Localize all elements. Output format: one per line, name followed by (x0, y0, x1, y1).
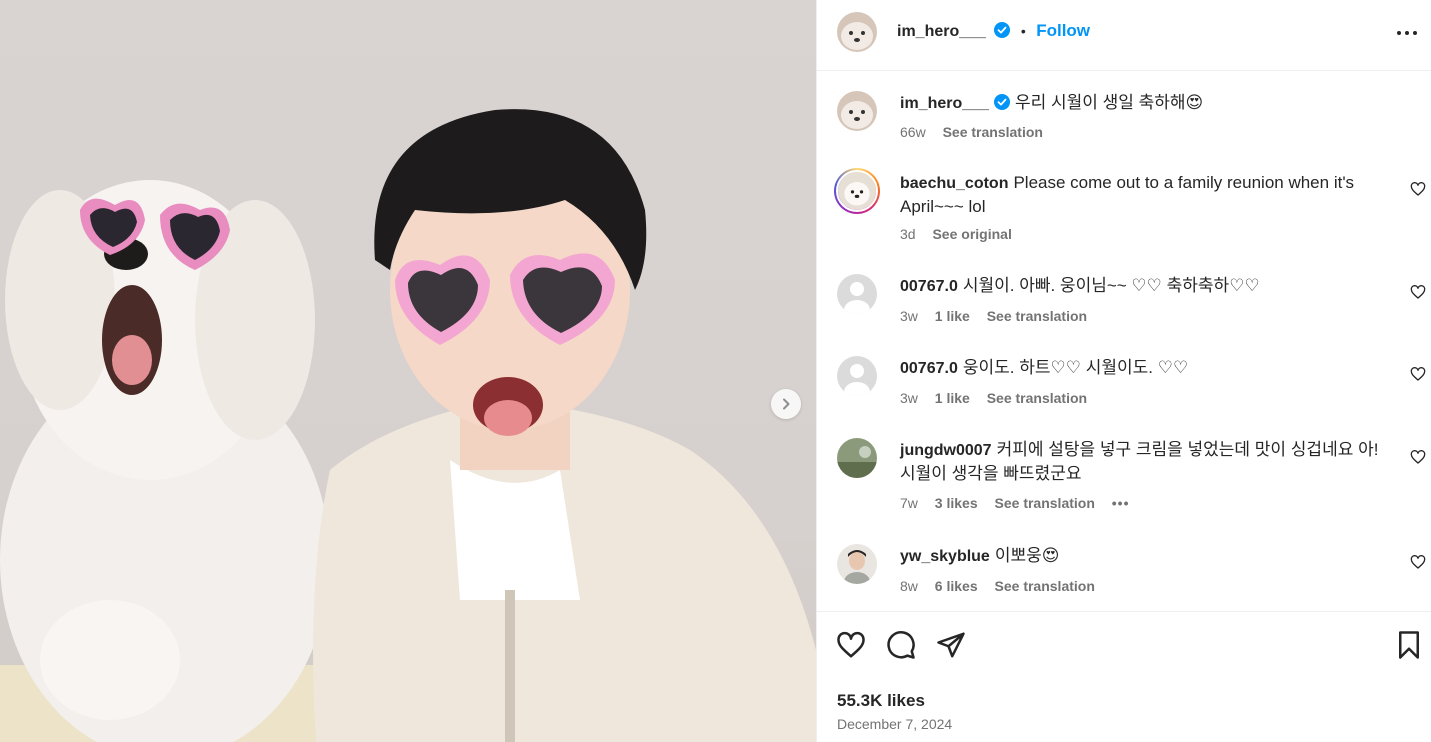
comment-meta: 3d See original (900, 226, 1025, 242)
comment-meta: 8w 6 likes See translation (900, 578, 1108, 594)
share-icon[interactable] (936, 630, 966, 660)
commenter-avatar[interactable] (837, 356, 877, 396)
comment-text: 이뽀웅😍 (994, 546, 1060, 565)
commenter-avatar[interactable] (837, 438, 877, 478)
comment-body: 00767.0 시월이. 아빠. 웅이님~~ ♡♡ 축하축하♡♡ (900, 274, 1390, 298)
comment-icon[interactable] (886, 630, 916, 660)
likes-count[interactable]: 55.3K likes (837, 691, 925, 711)
comment-likes[interactable]: 3 likes (935, 495, 978, 511)
commenter-avatar[interactable] (837, 544, 877, 584)
sweater-zipper (505, 590, 515, 742)
post-image[interactable] (0, 0, 816, 742)
man-tongue (484, 400, 532, 436)
follow-button[interactable]: Follow (1036, 21, 1090, 40)
comment-age: 3w (900, 390, 918, 406)
comment-likes[interactable]: 1 like (935, 390, 970, 406)
comment-body: jungdw0007 커피에 설탕을 넣구 크림을 넣었는데 맛이 싱겁네요 아!… (900, 438, 1390, 485)
caption-username[interactable]: im_hero___ (900, 95, 989, 112)
comment-username[interactable]: 00767.0 (900, 360, 958, 377)
comment-age: 8w (900, 578, 918, 594)
caption-text: 우리 시월이 생일 축하해😍 (1014, 93, 1204, 112)
see-translation-link[interactable]: See translation (995, 495, 1095, 511)
comment-text: 시월이. 아빠. 웅이님~~ ♡♡ 축하축하♡♡ (962, 276, 1260, 295)
comment-age: 7w (900, 495, 918, 511)
post-header: im_hero___ • Follow (817, 0, 1431, 71)
comment-username[interactable]: yw_skyblue (900, 548, 990, 565)
bookmark-icon[interactable] (1395, 630, 1423, 660)
comment-like-heart-icon[interactable] (1410, 284, 1426, 300)
comment-username[interactable]: jungdw0007 (900, 442, 992, 459)
comment-age: 3d (900, 226, 916, 242)
comment-meta: 3w 1 like See translation (900, 308, 1100, 324)
comment-like-heart-icon[interactable] (1410, 554, 1426, 570)
comment-username[interactable]: baechu_coton (900, 175, 1008, 192)
comment-age: 3w (900, 308, 918, 324)
comment-like-heart-icon[interactable] (1410, 366, 1426, 382)
next-photo-button[interactable] (771, 389, 801, 419)
post-actions: 55.3K likes December 7, 2024 (817, 611, 1431, 742)
comment-like-heart-icon[interactable] (1410, 181, 1426, 197)
see-translation-link[interactable]: See translation (987, 390, 1087, 406)
post-date: December 7, 2024 (837, 716, 953, 732)
see-translation-link[interactable]: See translation (995, 578, 1095, 594)
comment-body: yw_skyblue 이뽀웅😍 (900, 544, 1390, 568)
see-translation-link[interactable]: See translation (943, 124, 1043, 140)
see-translation-link[interactable]: See translation (987, 308, 1087, 324)
caption-body: im_hero___ 우리 시월이 생일 축하해😍 (900, 91, 1390, 115)
comment-likes[interactable]: 6 likes (935, 578, 978, 594)
photo-illustration (0, 109, 816, 742)
caption-meta: 66w See translation (900, 124, 1056, 140)
comment-username[interactable]: 00767.0 (900, 278, 958, 295)
dog-paw (40, 600, 180, 720)
comment-meta: 3w 1 like See translation (900, 390, 1100, 406)
separator-dot: • (1020, 23, 1026, 39)
author-username[interactable]: im_hero___ (897, 23, 986, 40)
comment-meta: 7w 3 likes See translation ••• (900, 495, 1143, 511)
verified-badge-icon (994, 22, 1011, 38)
comment-body: baechu_coton Please come out to a family … (900, 171, 1390, 218)
commenter-avatar[interactable] (834, 168, 880, 214)
heart-icon[interactable] (836, 630, 866, 660)
caption-age: 66w (900, 124, 926, 140)
see-original-link[interactable]: See original (932, 226, 1011, 242)
comment-like-heart-icon[interactable] (1410, 449, 1426, 465)
comment-body: 00767.0 웅이도. 하트♡♡ 시월이도. ♡♡ (900, 356, 1390, 380)
caption-avatar[interactable] (837, 91, 877, 131)
dog-tongue (112, 335, 152, 385)
comment-more-options[interactable]: ••• (1112, 495, 1130, 511)
verified-badge-icon (993, 94, 1010, 110)
post-sidebar: im_hero___ • Follow im_hero___ 우리 시월이 생일 … (816, 0, 1431, 742)
comment-text: 웅이도. 하트♡♡ 시월이도. ♡♡ (962, 358, 1189, 377)
more-options-icon[interactable] (1396, 22, 1418, 44)
commenter-avatar[interactable] (837, 274, 877, 314)
comment-likes[interactable]: 1 like (935, 308, 970, 324)
author-avatar[interactable] (837, 12, 877, 52)
header-title-row: im_hero___ • Follow (897, 21, 1090, 41)
chevron-right-icon (783, 398, 790, 410)
